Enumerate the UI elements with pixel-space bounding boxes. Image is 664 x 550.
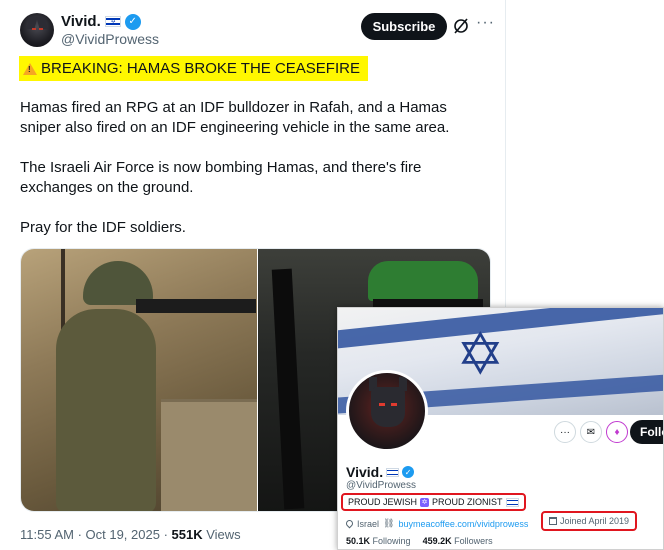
star-of-david-icon: ✡ (420, 497, 430, 507)
israel-flag-icon (386, 467, 400, 477)
following-stat: 50.1K Following (346, 536, 411, 546)
warning-icon: ! (23, 62, 37, 75)
message-icon: ✉ (580, 421, 602, 443)
author-avatar[interactable] (20, 13, 54, 47)
subscribe-button[interactable]: Subscribe (361, 13, 447, 40)
follow-button: Follo (630, 420, 663, 444)
profile-stats: 50.1K Following 459.2K Followers (346, 536, 493, 546)
tweet-paragraph: The Israeli Air Force is now bombing Ham… (20, 159, 422, 196)
tweet-paragraph: Pray for the IDF soldiers. (20, 219, 186, 236)
soldier-photo[interactable] (21, 249, 257, 511)
bio-part1: PROUD JEWISH (348, 497, 418, 507)
author-handle[interactable]: @VividProwess (61, 31, 159, 47)
bio-part2: PROUD ZIONIST (432, 497, 503, 507)
profile-website: buymeacoffee.com/vividprowess (398, 518, 529, 529)
calendar-icon (549, 517, 557, 525)
more-icon: ··· (554, 421, 576, 443)
subscribe-icon: ♦ (606, 421, 628, 443)
more-options-icon[interactable]: ··· (476, 14, 495, 32)
views-label: Views (202, 527, 241, 542)
author-display-name[interactable]: Vivid. (61, 13, 101, 30)
israel-flag-icon: ✡ (104, 16, 121, 27)
grok-icon[interactable] (452, 17, 470, 35)
star-of-david-icon: ✡ (456, 322, 505, 387)
link-icon: ⛓ (383, 518, 395, 528)
israel-flag-icon (505, 497, 519, 507)
author-name-row: Vivid. ✡ ✓ (61, 13, 141, 30)
verified-badge-icon[interactable]: ✓ (124, 13, 141, 30)
tweet-body: Hamas fired an RPG at an IDF bulldozer i… (20, 98, 490, 258)
profile-screenshot-overlay: ✡ ··· ✉ ♦ Follo Vivid. ✓ @VividProwess P… (337, 307, 664, 550)
tweet-meta: 11:55 AM · Oct 19, 2025 · 551K Views (20, 527, 241, 542)
location-pin-icon (344, 518, 355, 529)
profile-name-row: Vivid. ✓ (346, 464, 415, 480)
joined-date: Joined April 2019 (560, 516, 630, 526)
views-count: 551K (171, 527, 203, 542)
profile-handle: @VividProwess (346, 480, 416, 491)
profile-name: Vivid. (346, 464, 384, 480)
breaking-text: BREAKING: HAMAS BROKE THE CEASEFIRE (41, 60, 360, 77)
profile-bio-highlight: PROUD JEWISH ✡ PROUD ZIONIST (341, 493, 526, 511)
breaking-headline: ! BREAKING: HAMAS BROKE THE CEASEFIRE (19, 56, 368, 81)
verified-badge-icon: ✓ (402, 466, 415, 478)
profile-location: Israel (357, 518, 380, 529)
joined-date-highlight: Joined April 2019 (541, 511, 638, 531)
profile-location-row: Israel ⛓ buymeacoffee.com/vividprowess (344, 518, 529, 529)
profile-avatar (346, 370, 428, 452)
tweet-paragraph: Hamas fired an RPG at an IDF bulldozer i… (20, 99, 450, 136)
followers-stat: 459.2K Followers (422, 536, 493, 546)
timestamp[interactable]: 11:55 AM · Oct 19, 2025 · (20, 527, 172, 542)
